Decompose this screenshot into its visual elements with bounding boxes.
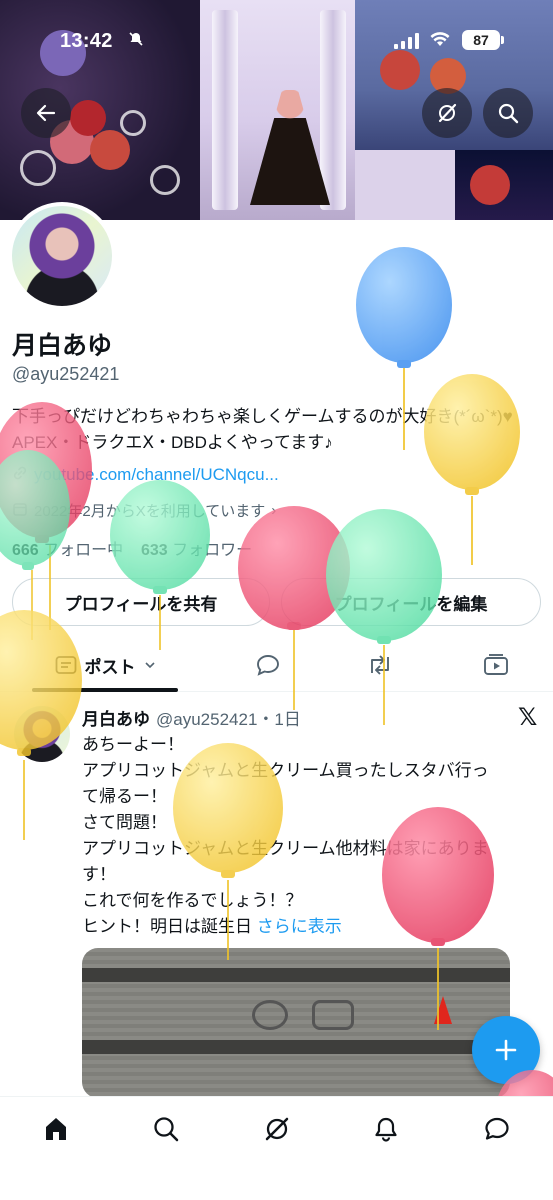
compose-plus-icon — [495, 1039, 517, 1061]
followers-count[interactable]: 633 — [141, 542, 168, 559]
image-detail — [82, 968, 510, 982]
battery-indicator: 87 — [462, 30, 504, 50]
post-author-name[interactable]: 月白あゆ — [82, 705, 150, 730]
edit-profile-button[interactable]: プロフィールを編集 — [281, 578, 541, 626]
notifications-icon — [375, 1117, 397, 1142]
banner-artwork-bottom-middle — [355, 150, 455, 220]
nav-home[interactable] — [36, 1111, 76, 1147]
posts-icon — [55, 656, 76, 674]
profile-avatar[interactable] — [8, 202, 116, 310]
calendar-icon — [12, 501, 28, 521]
follow-stats: 666 フォロー中 633 フォロワー — [12, 536, 252, 560]
post-author-avatar[interactable] — [14, 706, 70, 762]
tab-posts[interactable]: ポスト — [32, 640, 178, 692]
tab-replies[interactable] — [240, 640, 296, 690]
banner-character — [470, 165, 510, 205]
post-line: アプリコットジャムと生クリーム買ったしスタバ行っ — [82, 761, 489, 780]
display-name: 月白あゆ — [12, 332, 113, 360]
grok-button[interactable] — [422, 88, 472, 138]
mute-bell-icon — [128, 31, 144, 51]
search-icon — [498, 103, 519, 124]
post-line: て帰るー！ — [82, 787, 167, 806]
nav-explore[interactable] — [146, 1111, 186, 1147]
image-detail — [434, 996, 452, 1024]
post-line-last: ヒント！明日は誕生日 さらに表示 — [82, 914, 542, 940]
image-detail — [312, 1000, 354, 1030]
post-line: さて問題！ — [82, 813, 167, 832]
back-button[interactable] — [21, 88, 71, 138]
profile-link[interactable]: youtube.com/channel/UCNqcu... — [12, 465, 279, 485]
compose-post-button[interactable] — [472, 1016, 540, 1084]
joined-date[interactable]: 2022年2月からXを利用しています › — [12, 500, 276, 521]
nav-notifications[interactable] — [366, 1111, 406, 1147]
messages-icon — [485, 1117, 509, 1140]
explore-icon — [154, 1117, 179, 1142]
following-label[interactable]: フォロー中 — [43, 542, 123, 559]
tab-posts-label: ポスト — [84, 657, 136, 677]
nav-messages[interactable] — [477, 1111, 517, 1147]
followers-label[interactable]: フォロワー — [172, 542, 252, 559]
post-line: これで何を作るでしょう！？ — [82, 891, 303, 910]
post-handle-time[interactable]: @ayu252421・1日 — [156, 705, 301, 730]
share-profile-button[interactable]: プロフィールを共有 — [12, 578, 270, 626]
profile-tabs: ポスト — [0, 640, 553, 692]
banner-bubble — [150, 165, 180, 195]
profile-link-text[interactable]: youtube.com/channel/UCNqcu... — [34, 465, 279, 485]
show-more-link[interactable]: さらに表示 — [257, 917, 342, 936]
status-time: 13:42 — [60, 30, 113, 52]
post-text[interactable]: あちーよー！ アプリコットジャムと生クリーム買ったしスタバ行っ て帰るー！ さて… — [82, 732, 542, 940]
replies-icon — [257, 655, 279, 676]
tab-reposts[interactable] — [352, 640, 408, 690]
tab-media[interactable] — [468, 640, 524, 690]
x-logo-icon: 𝕏 — [518, 704, 538, 731]
banner-character — [90, 130, 130, 170]
reposts-icon — [371, 655, 389, 675]
post-line: アプリコットジャムと生クリーム他材料は家にありま — [82, 839, 489, 858]
post-hint-text: ヒント！明日は誕生日 — [82, 917, 252, 936]
back-arrow-icon — [36, 104, 56, 122]
home-icon — [46, 1118, 66, 1140]
joined-text: 2022年2月からXを利用しています — [34, 503, 266, 520]
banner-bubble — [20, 150, 56, 186]
post-image[interactable] — [82, 948, 510, 1098]
banner-character — [70, 100, 106, 136]
banner-bubble — [120, 110, 146, 136]
link-icon — [12, 465, 28, 485]
image-detail — [252, 1000, 288, 1030]
post-header: 月白あゆ @ayu252421・1日 — [82, 705, 301, 730]
chevron-down-icon — [144, 662, 155, 669]
bottom-navigation — [0, 1096, 553, 1200]
search-button[interactable] — [483, 88, 533, 138]
chevron-right-icon: › — [271, 502, 277, 519]
grok-nav-icon — [265, 1117, 289, 1141]
nav-grok[interactable] — [257, 1111, 297, 1147]
post-line: す！ — [82, 865, 116, 884]
media-icon — [484, 654, 508, 675]
status-bar: 13:42 87 — [0, 0, 553, 82]
post-line: あちーよー！ — [82, 735, 184, 754]
wifi-icon — [430, 31, 450, 52]
following-count[interactable]: 666 — [12, 542, 39, 559]
image-detail — [82, 1040, 510, 1054]
profile-bio: 下手っぴだけどわちゃわちゃ楽しくゲームするのが大好き(*´ω`*)♥ APEX・… — [12, 407, 513, 452]
user-handle: @ayu252421 — [12, 364, 120, 384]
grok-icon — [438, 103, 457, 123]
cellular-signal-icon — [394, 33, 420, 49]
